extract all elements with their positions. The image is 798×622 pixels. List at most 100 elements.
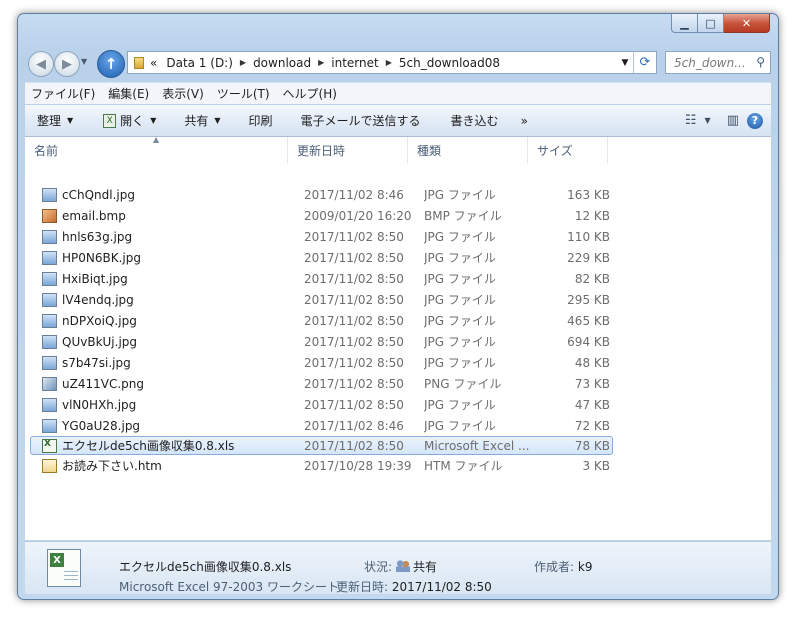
file-name-cell[interactable]: YG0aU28.jpg <box>42 418 140 433</box>
status-label: 状況: <box>364 560 393 574</box>
file-type: JPG ファイル <box>424 293 496 307</box>
column-header-date[interactable]: 更新日時 <box>288 137 408 163</box>
file-row[interactable]: HP0N6BK.jpg 2017/11/02 8:50 JPG ファイル 229 KB <box>25 247 771 268</box>
file-name: uZ411VC.png <box>62 376 144 391</box>
breadcrumb-item-drive[interactable]: Data 1 (D:) <box>166 56 233 70</box>
chevron-down-icon[interactable]: ▼ <box>705 116 711 125</box>
share-label: 共有 <box>184 114 209 128</box>
open-button[interactable]: X 開く ▼ <box>83 105 166 136</box>
address-bar[interactable]: « Data 1 (D:) ▶ download ▶ internet ▶ 5c… <box>127 51 657 74</box>
details-status: 状況: 共有 <box>364 558 437 575</box>
preview-pane-icon[interactable]: ▥ <box>727 113 739 128</box>
png-file-icon <box>42 376 57 391</box>
file-row[interactable]: HxiBiqt.jpg 2017/11/02 8:50 JPG ファイル 82 KB <box>25 268 771 289</box>
search-icon[interactable]: ⚲ <box>756 55 765 69</box>
breadcrumb-item-current[interactable]: 5ch_download08 <box>399 56 500 70</box>
file-name-cell[interactable]: uZ411VC.png <box>42 376 144 391</box>
menu-tools[interactable]: ツール(T) <box>211 85 276 102</box>
share-button[interactable]: 共有 ▼ <box>166 105 230 136</box>
file-name-cell[interactable]: s7b47si.jpg <box>42 355 131 370</box>
up-folder-button[interactable]: ↑ <box>97 50 125 78</box>
breadcrumb-separator-icon[interactable]: ▶ <box>240 58 246 67</box>
file-name-cell[interactable]: QUvBkUj.jpg <box>42 334 137 349</box>
file-size: 3 KB <box>582 458 610 473</box>
file-name-cell[interactable]: お読み下さい.htm <box>42 457 162 474</box>
help-icon[interactable]: ? <box>747 112 763 129</box>
file-row[interactable]: cChQndl.jpg 2017/11/02 8:46 JPG ファイル 163 KB <box>25 184 771 205</box>
breadcrumb-item-internet[interactable]: internet <box>331 56 378 70</box>
file-row[interactable]: vlN0HXh.jpg 2017/11/02 8:50 JPG ファイル 47 KB <box>25 394 771 415</box>
recent-pages-dropdown[interactable]: ▼ <box>81 57 87 66</box>
menu-help[interactable]: ヘルプ(H) <box>277 85 343 102</box>
file-name-cell[interactable]: nDPXoiQ.jpg <box>42 313 137 328</box>
file-name-cell[interactable]: HP0N6BK.jpg <box>42 250 141 265</box>
column-size-label: サイズ <box>537 143 573 158</box>
jpg-file-icon <box>42 418 57 433</box>
file-size: 163 KB <box>567 187 610 202</box>
file-name-cell[interactable]: hnls63g.jpg <box>42 229 133 244</box>
file-row[interactable]: lV4endq.jpg 2017/11/02 8:50 JPG ファイル 295 KB <box>25 289 771 310</box>
open-label: 開く <box>120 114 145 128</box>
file-row[interactable]: hnls63g.jpg 2017/11/02 8:50 JPG ファイル 110 KB <box>25 226 771 247</box>
column-header-name[interactable]: ▲ 名前 <box>25 135 288 163</box>
file-row[interactable]: エクセルde5ch画像収集0.8.xls 2017/11/02 8:50 Micro… <box>30 436 613 455</box>
modified-value[interactable]: 2017/11/02 8:50 <box>392 580 492 594</box>
details-file-name: エクセルde5ch画像収集0.8.xls <box>119 560 292 574</box>
back-button[interactable]: ◀ <box>28 51 54 77</box>
menu-file[interactable]: ファイル(F) <box>25 85 101 102</box>
author-value[interactable]: k9 <box>578 560 593 574</box>
file-row[interactable]: QUvBkUj.jpg 2017/11/02 8:50 JPG ファイル 694 KB <box>25 331 771 352</box>
jpg-file-icon <box>42 229 57 244</box>
print-button[interactable]: 印刷 <box>231 105 283 136</box>
file-name-cell[interactable]: lV4endq.jpg <box>42 292 134 307</box>
file-type: JPG ファイル <box>424 398 496 412</box>
file-name-cell[interactable]: cChQndl.jpg <box>42 187 135 202</box>
author-label: 作成者: <box>534 560 575 574</box>
file-row[interactable]: お読み下さい.htm 2017/10/28 19:39 HTM ファイル 3 KB <box>25 455 771 476</box>
htm-file-icon <box>42 458 57 473</box>
file-row[interactable]: s7b47si.jpg 2017/11/02 8:50 JPG ファイル 48 KB <box>25 352 771 373</box>
email-button[interactable]: 電子メールで送信する <box>283 105 431 136</box>
burn-button[interactable]: 書き込む <box>431 105 509 136</box>
refresh-button[interactable]: ⟳ <box>633 52 656 73</box>
menu-view[interactable]: 表示(V) <box>156 85 210 102</box>
view-mode-icon[interactable]: ☷ <box>685 113 697 128</box>
file-name-cell[interactable]: vlN0HXh.jpg <box>42 397 136 412</box>
view-controls: ☷ ▼ ▥ ? <box>677 105 771 136</box>
close-button[interactable]: ✕ <box>724 14 770 33</box>
breadcrumb-separator-icon[interactable]: ▶ <box>386 58 392 67</box>
file-name: HxiBiqt.jpg <box>62 271 128 286</box>
file-row[interactable]: YG0aU28.jpg 2017/11/02 8:46 JPG ファイル 72 KB <box>25 415 771 436</box>
file-name: エクセルde5ch画像収集0.8.xls <box>62 439 235 453</box>
search-input[interactable]: 5ch_down... ⚲ <box>665 51 771 74</box>
menu-edit[interactable]: 編集(E) <box>102 85 155 102</box>
minimize-button[interactable]: ▁ <box>671 14 698 33</box>
more-commands-button[interactable]: » <box>509 105 538 136</box>
file-date: 2017/10/28 19:39 <box>304 458 412 473</box>
file-name: hnls63g.jpg <box>62 229 133 244</box>
jpg-file-icon <box>42 355 57 370</box>
breadcrumb-separator-icon[interactable]: ▶ <box>318 58 324 67</box>
file-name-cell[interactable]: エクセルde5ch画像収集0.8.xls <box>42 437 234 454</box>
forward-button[interactable]: ▶ <box>54 51 80 77</box>
maximize-button[interactable]: □ <box>698 14 724 33</box>
file-date: 2017/11/02 8:50 <box>304 271 404 286</box>
column-header-type[interactable]: 種類 <box>408 137 528 163</box>
file-date: 2017/11/02 8:50 <box>304 438 404 453</box>
organize-button[interactable]: 整理 ▼ <box>25 105 83 136</box>
file-type: JPG ファイル <box>424 188 496 202</box>
address-history-dropdown[interactable]: ▼ <box>618 52 632 73</box>
file-size: 110 KB <box>567 229 610 244</box>
email-label: 電子メールで送信する <box>300 114 421 128</box>
column-header-size[interactable]: サイズ <box>528 137 608 163</box>
breadcrumb-item-download[interactable]: download <box>253 56 311 70</box>
file-name-cell[interactable]: email.bmp <box>42 208 126 223</box>
file-row[interactable]: nDPXoiQ.jpg 2017/11/02 8:50 JPG ファイル 465 KB <box>25 310 771 331</box>
breadcrumb-overflow[interactable]: « <box>150 56 157 70</box>
file-type: JPG ファイル <box>424 314 496 328</box>
file-name: s7b47si.jpg <box>62 355 131 370</box>
file-row[interactable]: uZ411VC.png 2017/11/02 8:50 PNG ファイル 73 KB <box>25 373 771 394</box>
excel-icon: X <box>103 113 117 128</box>
file-name-cell[interactable]: HxiBiqt.jpg <box>42 271 128 286</box>
file-row[interactable]: email.bmp 2009/01/20 16:20 BMP ファイル 12 KB <box>25 205 771 226</box>
